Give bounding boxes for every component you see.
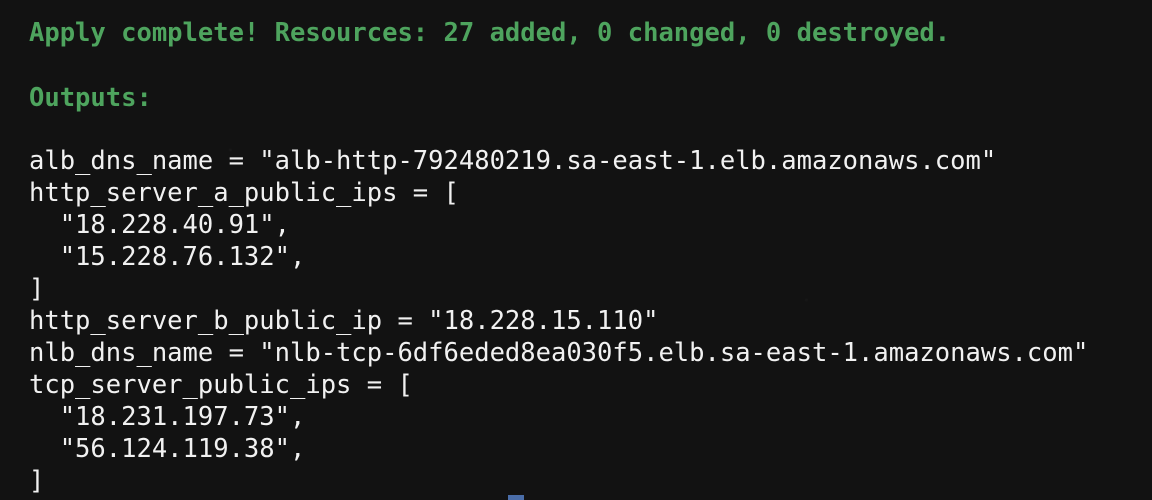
outputs-header: Outputs: (29, 83, 152, 113)
output-line: alb_dns_name = "alb-http-792480219.sa-ea… (29, 146, 997, 176)
output-line: "18.231.197.73", (29, 402, 306, 432)
output-line: "56.124.119.38", (29, 434, 306, 464)
output-line: tcp_server_public_ips = [ (29, 370, 413, 400)
output-line: http_server_b_public_ip = "18.228.15.110… (29, 306, 659, 336)
output-line: nlb_dns_name = "nlb-tcp-6df6eded8ea030f5… (29, 338, 1089, 368)
terminal-window: Apply complete! Resources: 27 added, 0 c… (0, 0, 1152, 500)
output-line: ] (29, 274, 45, 304)
cursor-indicator (508, 495, 524, 500)
apply-complete-message: Apply complete! Resources: 27 added, 0 c… (29, 18, 951, 48)
output-line: ] (29, 466, 45, 496)
output-line: http_server_a_public_ips = [ (29, 178, 459, 208)
output-line: "15.228.76.132", (29, 242, 306, 272)
output-line: "18.228.40.91", (29, 210, 290, 240)
